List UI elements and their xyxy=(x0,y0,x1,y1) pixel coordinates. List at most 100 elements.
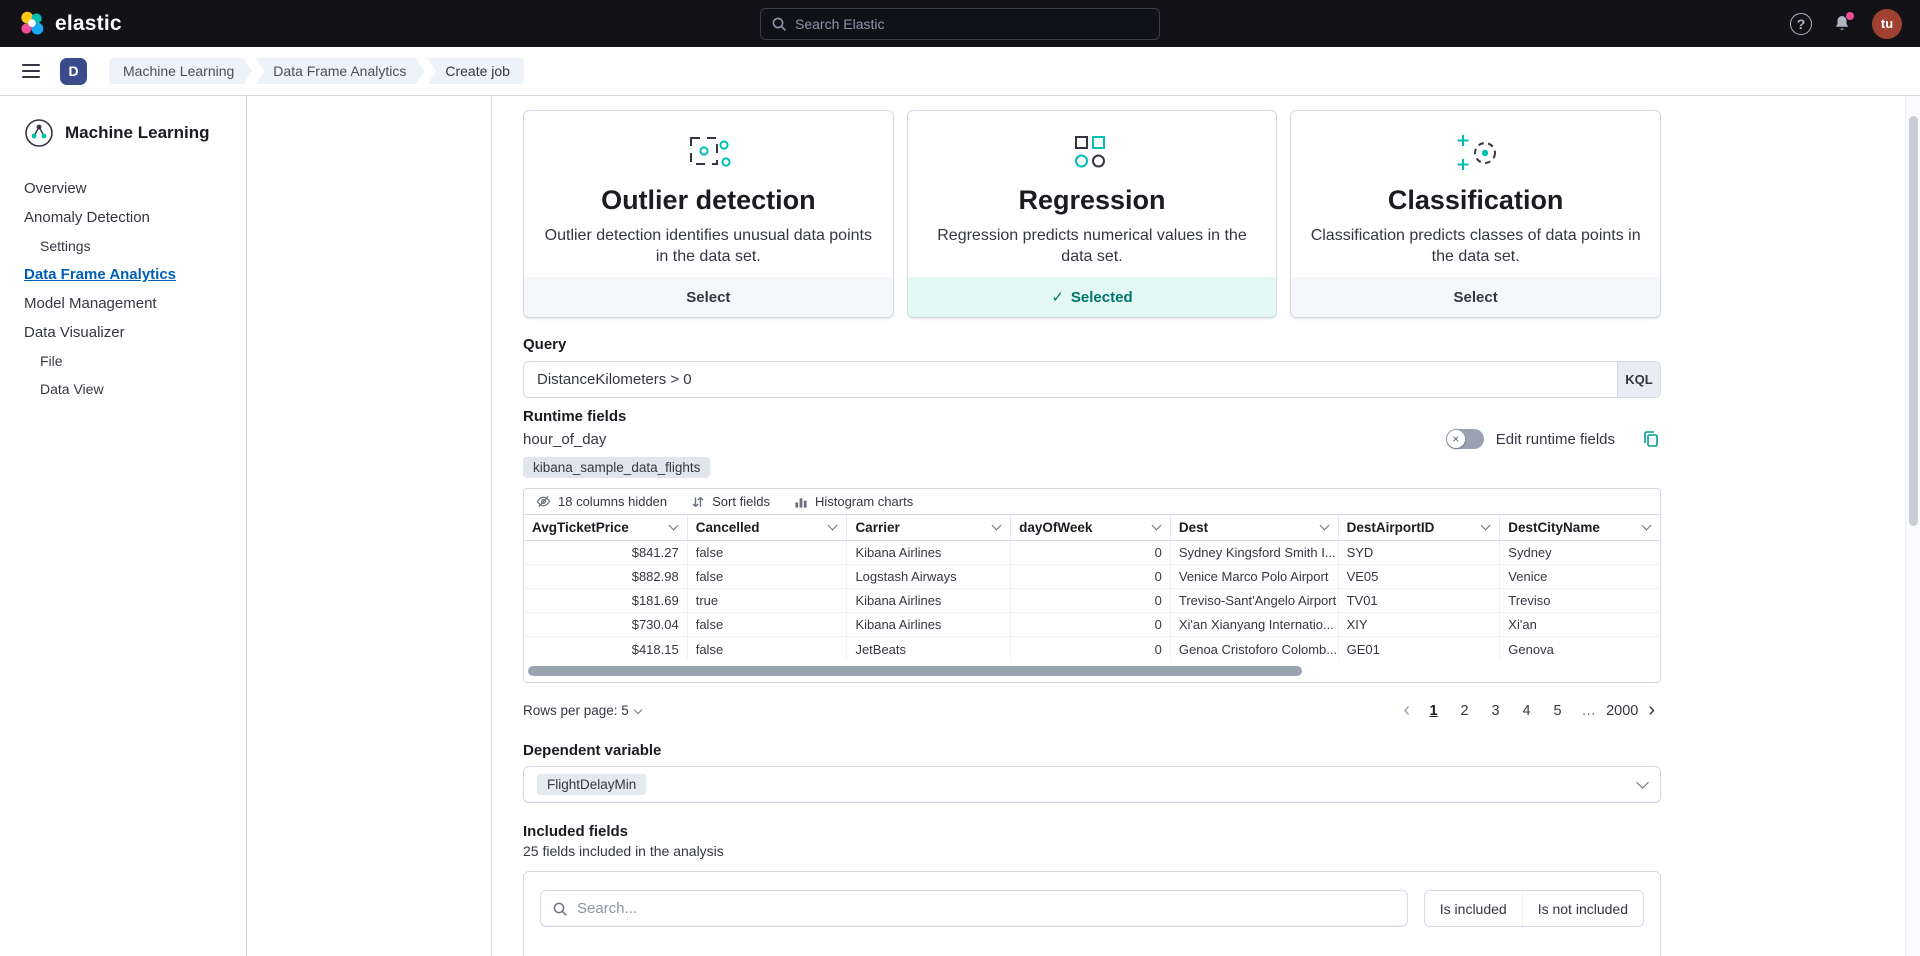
horizontal-scrollbar-thumb[interactable] xyxy=(528,666,1302,676)
sidebar-item-overview[interactable]: Overview xyxy=(24,174,246,203)
grid-cell[interactable]: TV01 xyxy=(1339,589,1501,612)
grid-cell[interactable]: Xi'an Xianyang Internatio... xyxy=(1171,613,1339,636)
previous-page-icon[interactable]: ‹ xyxy=(1397,699,1416,722)
page-button-4[interactable]: 4 xyxy=(1513,697,1540,724)
grid-cell[interactable]: Logstash Airways xyxy=(847,565,1011,588)
kql-language-button[interactable]: KQL xyxy=(1617,362,1660,397)
fields-table-header: Field name Mapping Is included Is requir… xyxy=(540,951,1644,956)
breadcrumb-data-frame-analytics[interactable]: Data Frame Analytics xyxy=(255,58,424,84)
page-button-1[interactable]: 1 xyxy=(1420,697,1447,724)
grid-cell[interactable]: Genoa Cristoforo Colomb... xyxy=(1171,637,1339,661)
grid-cell[interactable]: 0 xyxy=(1011,613,1171,636)
grid-cell[interactable]: Kibana Airlines xyxy=(847,541,1011,564)
elastic-home-link[interactable]: elastic xyxy=(18,10,122,37)
grid-cell[interactable]: XIY xyxy=(1339,613,1501,636)
page-button-3[interactable]: 3 xyxy=(1482,697,1509,724)
column-header-cancelled[interactable]: Cancelled xyxy=(688,515,848,540)
grid-cell[interactable]: Genova xyxy=(1500,637,1660,661)
grid-cell[interactable]: Treviso xyxy=(1500,589,1660,612)
sidebar-item-data-frame-analytics[interactable]: Data Frame Analytics xyxy=(24,260,246,289)
sort-fields-button[interactable]: Sort fields xyxy=(691,494,770,509)
column-header-carrier[interactable]: Carrier xyxy=(847,515,1011,540)
sort-icon xyxy=(691,495,705,509)
page-button-5[interactable]: 5 xyxy=(1544,697,1571,724)
sidebar-item-data-view[interactable]: Data View xyxy=(24,375,246,403)
dependent-variable-select[interactable]: FlightDelayMin xyxy=(523,766,1661,803)
grid-cell[interactable]: $882.98 xyxy=(524,565,688,588)
column-header-destairportid[interactable]: DestAirportID xyxy=(1339,515,1501,540)
column-header-dest[interactable]: Dest xyxy=(1171,515,1339,540)
grid-cell[interactable]: $418.15 xyxy=(524,637,688,661)
regression-selected-button[interactable]: ✓ Selected xyxy=(908,277,1277,317)
edit-runtime-fields-label[interactable]: Edit runtime fields xyxy=(1496,431,1615,448)
grid-cell[interactable]: 0 xyxy=(1011,637,1171,661)
grid-cell[interactable]: 0 xyxy=(1011,541,1171,564)
grid-cell[interactable]: false xyxy=(688,613,848,636)
grid-cell[interactable]: $181.69 xyxy=(524,589,688,612)
help-icon[interactable]: ? xyxy=(1790,13,1812,35)
columns-hidden-button[interactable]: 18 columns hidden xyxy=(536,494,667,509)
grid-cell[interactable]: Xi'an xyxy=(1500,613,1660,636)
edit-runtime-fields-toggle[interactable]: × xyxy=(1446,429,1484,449)
breadcrumb-create-job: Create job xyxy=(427,58,524,84)
filter-is-included-button[interactable]: Is included xyxy=(1425,891,1522,926)
grid-cell[interactable]: VE05 xyxy=(1339,565,1501,588)
sidebar-item-model-management[interactable]: Model Management xyxy=(24,289,246,318)
grid-cell[interactable]: Kibana Airlines xyxy=(847,589,1011,612)
grid-cell[interactable]: false xyxy=(688,541,848,564)
wizard-steps-gutter xyxy=(247,96,492,956)
column-header-dayofweek[interactable]: dayOfWeek xyxy=(1011,515,1171,540)
grid-cell[interactable]: Venice Marco Polo Airport xyxy=(1171,565,1339,588)
main-menu-button[interactable] xyxy=(14,54,48,88)
select-outlier-detection-button[interactable]: Select xyxy=(524,277,893,317)
grid-cell[interactable]: false xyxy=(688,565,848,588)
column-header-avgticketprice[interactable]: AvgTicketPrice xyxy=(524,515,688,540)
rows-per-page-button[interactable]: Rows per page: 5 xyxy=(523,703,641,718)
grid-cell[interactable]: SYD xyxy=(1339,541,1501,564)
sidebar-item-anomaly-detection[interactable]: Anomaly Detection xyxy=(24,203,246,232)
grid-cell[interactable]: false xyxy=(688,637,848,661)
chevron-down-icon xyxy=(1642,521,1652,531)
query-input[interactable] xyxy=(524,362,1617,397)
fields-search-input[interactable] xyxy=(577,900,1396,917)
notifications-button[interactable] xyxy=(1832,14,1852,34)
grid-cell[interactable]: 0 xyxy=(1011,589,1171,612)
runtime-controls: × Edit runtime fields xyxy=(1446,429,1661,449)
grid-cell[interactable]: Sydney Kingsford Smith I... xyxy=(1171,541,1339,564)
global-search[interactable] xyxy=(760,8,1160,40)
breadcrumb-machine-learning[interactable]: Machine Learning xyxy=(109,58,252,84)
grid-cell[interactable]: $730.04 xyxy=(524,613,688,636)
histogram-charts-button[interactable]: Histogram charts xyxy=(794,494,913,509)
source-index-badge: kibana_sample_data_flights xyxy=(523,457,710,478)
vertical-scrollbar-thumb[interactable] xyxy=(1909,116,1918,526)
column-header-destcityname[interactable]: DestCityName xyxy=(1500,515,1660,540)
sidebar-item-settings[interactable]: Settings xyxy=(24,232,246,260)
grid-cell[interactable]: 0 xyxy=(1011,565,1171,588)
chevron-down-icon xyxy=(828,521,838,531)
copy-runtime-fields-button[interactable] xyxy=(1641,429,1661,449)
sidebar-item-file[interactable]: File xyxy=(24,347,246,375)
next-page-icon[interactable]: › xyxy=(1642,699,1661,722)
filter-is-not-included-button[interactable]: Is not included xyxy=(1522,891,1643,926)
table-row: $418.15 false JetBeats 0 Genoa Cristofor… xyxy=(524,637,1660,661)
avatar[interactable]: tu xyxy=(1872,9,1902,39)
grid-cell[interactable]: true xyxy=(688,589,848,612)
sidebar-item-data-visualizer[interactable]: Data Visualizer xyxy=(24,318,246,347)
grid-cell[interactable]: $841.27 xyxy=(524,541,688,564)
card-regression: Regression Regression predicts numerical… xyxy=(907,110,1278,318)
card-outlier-detection: Outlier detection Outlier detection iden… xyxy=(523,110,894,318)
page-button-2000[interactable]: 2000 xyxy=(1606,697,1638,724)
grid-cell[interactable]: Kibana Airlines xyxy=(847,613,1011,636)
grid-cell[interactable]: JetBeats xyxy=(847,637,1011,661)
sidebar-header: Machine Learning xyxy=(24,118,246,148)
grid-cell[interactable]: Venice xyxy=(1500,565,1660,588)
space-avatar[interactable]: D xyxy=(60,58,87,85)
page-button-2[interactable]: 2 xyxy=(1451,697,1478,724)
select-classification-button[interactable]: Select xyxy=(1291,277,1660,317)
grid-cell[interactable]: Sydney xyxy=(1500,541,1660,564)
global-search-input[interactable] xyxy=(795,16,1149,32)
grid-cell[interactable]: GE01 xyxy=(1339,637,1501,661)
chevron-down-icon xyxy=(1481,521,1491,531)
grid-cell[interactable]: Treviso-Sant'Angelo Airport xyxy=(1171,589,1339,612)
grid-toolbar: 18 columns hidden Sort fields xyxy=(524,489,1660,515)
